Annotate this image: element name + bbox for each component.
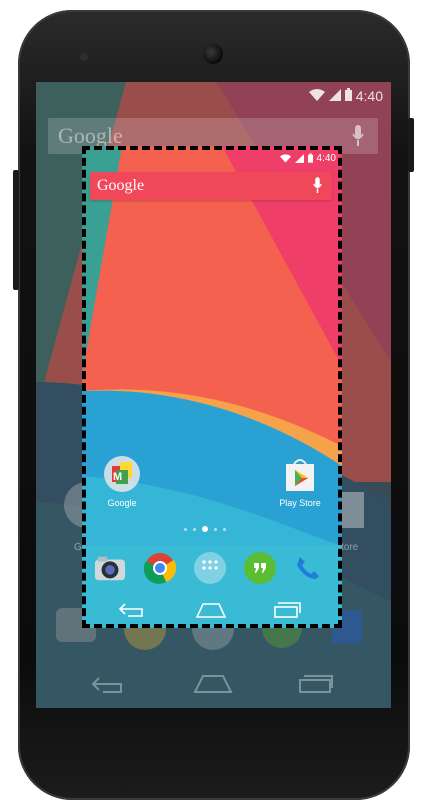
recents-icon[interactable]	[274, 601, 302, 623]
outer-ghost-label-left: G	[74, 542, 82, 553]
status-time: 4:40	[316, 152, 336, 164]
app-label-play-store: Play Store	[279, 498, 321, 508]
app-play-store[interactable]: Play Store	[270, 456, 330, 508]
page-dot	[223, 527, 226, 531]
preview-screen: 4:40 Google M Google Play Store	[82, 146, 342, 628]
front-camera	[80, 53, 88, 61]
app-google[interactable]: M Google	[92, 456, 152, 508]
outer-status-bar: 4:40	[308, 86, 383, 106]
search-bar[interactable]: Google	[90, 172, 332, 200]
page-dot-current	[202, 526, 208, 532]
page-dot	[193, 527, 196, 531]
hangouts-icon[interactable]	[244, 552, 276, 584]
google-logo: Google	[97, 177, 145, 194]
volume-button[interactable]	[13, 170, 19, 290]
app-drawer-icon[interactable]	[194, 552, 226, 584]
page-indicator	[184, 526, 226, 532]
page-dot	[214, 527, 217, 531]
signal-icon	[328, 88, 341, 104]
mic-icon[interactable]	[352, 125, 364, 152]
back-icon[interactable]	[118, 602, 146, 623]
battery-icon	[344, 88, 352, 104]
home-icon[interactable]	[195, 602, 227, 623]
signal-icon	[294, 150, 304, 166]
earpiece-speaker	[203, 44, 223, 64]
google-folder-icon: M	[104, 456, 140, 492]
mic-icon[interactable]	[313, 177, 322, 199]
battery-icon	[307, 150, 313, 166]
status-bar: 4:40	[279, 148, 336, 168]
phone-icon[interactable]	[292, 552, 324, 584]
app-label-google: Google	[107, 498, 137, 508]
camera-icon[interactable]	[94, 552, 126, 584]
outer-nav-recents	[298, 672, 334, 699]
svg-text:M: M	[113, 471, 122, 483]
page-dot	[184, 527, 187, 531]
wifi-icon	[279, 150, 291, 166]
play-store-icon	[285, 456, 315, 492]
power-button[interactable]	[408, 118, 414, 172]
status-time: 4:40	[355, 88, 383, 104]
chrome-icon[interactable]	[144, 552, 176, 584]
outer-nav-home	[193, 672, 233, 699]
outer-ghost-label-right: tore	[341, 542, 359, 553]
wifi-icon	[308, 88, 325, 104]
outer-nav-back	[91, 674, 127, 699]
